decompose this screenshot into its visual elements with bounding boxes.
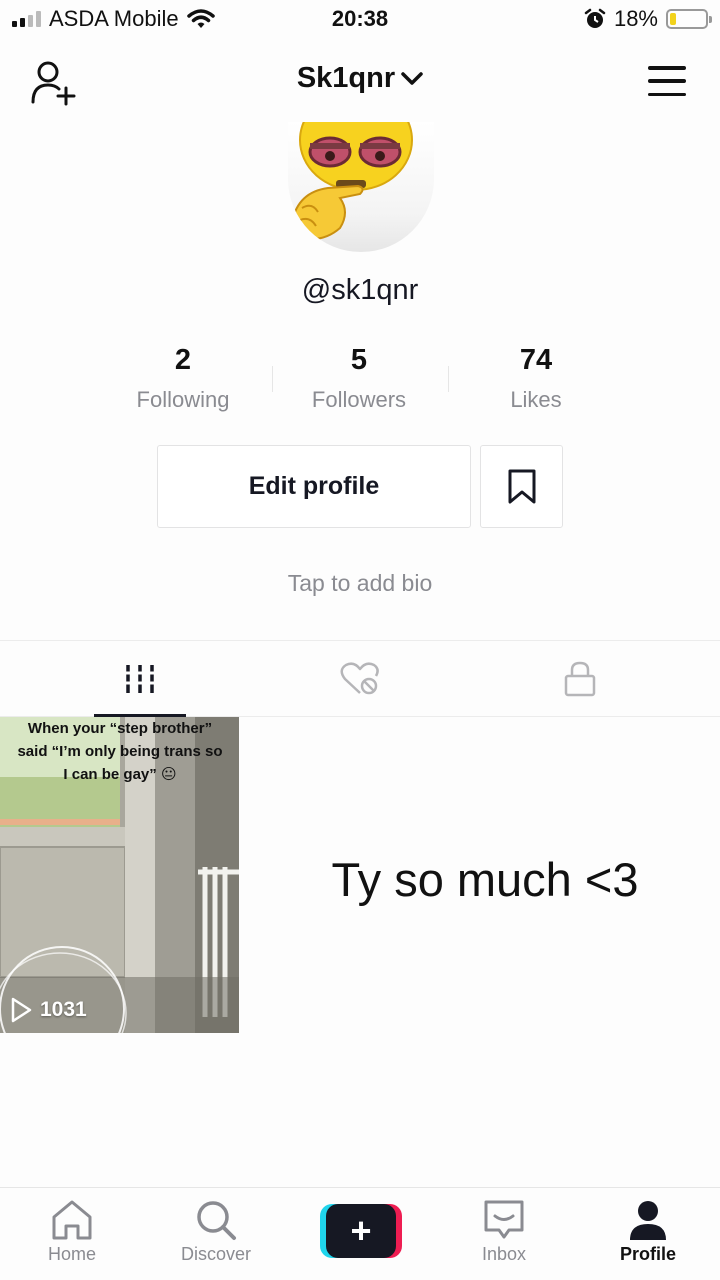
profile-handle: @sk1qnr (301, 274, 419, 306)
grid-icon (124, 665, 156, 693)
account-switcher-button[interactable]: Sk1qnr (297, 62, 423, 95)
overlay-caption: Ty so much <3 (331, 853, 639, 906)
view-count-value: 1031 (40, 998, 87, 1021)
menu-button[interactable] (648, 66, 686, 96)
tab-liked[interactable] (240, 641, 480, 717)
nav-home[interactable]: Home (12, 1198, 132, 1265)
tab-private[interactable] (460, 641, 700, 717)
stat-followers[interactable]: 5 Followers (274, 344, 444, 413)
profile-icon (630, 1201, 666, 1240)
edit-profile-button[interactable]: Edit profile (157, 445, 471, 528)
profile-stats: 2 Following 5 Followers 74 Likes (0, 344, 720, 416)
alarm-icon (584, 8, 606, 28)
hamburger-icon-line (648, 79, 686, 83)
stat-value: 5 (350, 344, 368, 376)
battery-percent: 18% (613, 6, 658, 31)
stat-divider (272, 366, 273, 392)
hamburger-icon-line (648, 92, 686, 96)
battery-icon (666, 9, 712, 29)
lock-icon (564, 661, 596, 697)
search-icon (197, 1201, 236, 1240)
status-right: 18% (584, 6, 712, 32)
stat-divider (448, 366, 449, 392)
avatar[interactable] (288, 122, 434, 252)
stat-label: Likes (510, 387, 562, 412)
avatar-emoji-image (290, 122, 413, 240)
nav-label: Home (47, 1244, 96, 1264)
bookmark-icon (508, 469, 535, 503)
add-bio-link[interactable]: Tap to add bio (0, 570, 720, 597)
stat-label: Following (136, 387, 230, 412)
video-caption: When your “step brother” said “I’m only … (17, 720, 223, 783)
stat-label: Followers (311, 387, 407, 412)
video-thumbnail[interactable]: When your “step brother” said “I’m only … (0, 717, 239, 1033)
favorites-button[interactable] (480, 445, 563, 528)
bottom-nav: Home Discover + Inbox Profile (0, 1187, 720, 1280)
view-count: 1031 (10, 997, 87, 1023)
hidden-heart-icon (340, 662, 379, 695)
plus-icon: + (326, 1204, 396, 1258)
stat-following[interactable]: 2 Following (98, 344, 268, 413)
hamburger-icon-line (648, 66, 686, 70)
stat-value: 2 (174, 344, 192, 376)
nav-label: Discover (180, 1244, 251, 1264)
stat-likes[interactable]: 74 Likes (451, 344, 621, 413)
stat-value: 74 (519, 344, 553, 376)
account-switcher: Sk1qnr (0, 62, 720, 95)
home-icon (52, 1200, 92, 1240)
header-username: Sk1qnr (296, 62, 396, 94)
profile-tabs (0, 640, 720, 717)
inbox-icon (484, 1200, 524, 1239)
play-icon (11, 997, 32, 1023)
nav-label: Inbox (481, 1244, 527, 1264)
status-bar: ASDA Mobile 20:38 18% (0, 0, 720, 40)
nav-profile[interactable]: Profile (588, 1198, 708, 1265)
nav-discover[interactable]: Discover (156, 1198, 276, 1265)
top-nav: Sk1qnr (0, 52, 720, 112)
nav-label: Profile (619, 1244, 676, 1264)
nav-inbox[interactable]: Inbox (444, 1198, 564, 1265)
tab-videos[interactable] (20, 641, 260, 717)
chevron-down-icon (401, 71, 423, 85)
battery-level (670, 13, 677, 25)
create-video-button[interactable]: + (320, 1204, 402, 1258)
